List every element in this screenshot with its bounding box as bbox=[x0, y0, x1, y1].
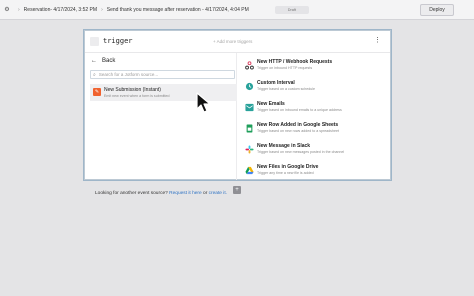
gear-icon[interactable]: ⚙ bbox=[0, 0, 14, 20]
request-mid: or bbox=[203, 191, 208, 196]
chevron-right-icon: › bbox=[101, 6, 103, 13]
trigger-card: trigger + Add more triggers ⋮ ← Back ⌕ S… bbox=[84, 30, 391, 196]
mouse-cursor-icon bbox=[196, 92, 211, 113]
source-item-new-submission[interactable]: ✎ New Submission (Instant) Emit new even… bbox=[90, 84, 237, 101]
chevron-right-icon: › bbox=[18, 6, 20, 13]
trigger-list: New HTTP / Webhook Requests Trigger on i… bbox=[240, 53, 390, 180]
trigger-item-google-drive[interactable]: New Files in Google Drive Trigger any ti… bbox=[240, 162, 390, 178]
trigger-description: Trigger based on new messages posted in … bbox=[257, 150, 345, 154]
request-prefix: Looking for another event source? bbox=[95, 191, 168, 196]
breadcrumb-workflow[interactable]: Reservation- 4/17/2024, 3:52 PM bbox=[24, 7, 97, 13]
card-header: trigger + Add more triggers ⋮ bbox=[85, 31, 390, 53]
trigger-item-custom-interval[interactable]: Custom Interval Trigger based on a custo… bbox=[240, 78, 390, 94]
back-label: Back bbox=[102, 58, 116, 64]
trigger-description: Trigger based on new rows added to a spr… bbox=[257, 129, 339, 133]
trigger-name: New Emails bbox=[257, 101, 285, 107]
source-description: Emit new event when a form is submitted bbox=[104, 94, 170, 98]
trigger-description: Trigger based on a custom schedule bbox=[257, 87, 315, 91]
trigger-icon bbox=[90, 37, 99, 46]
source-pane: ← Back ⌕ Search for a Jotform source... … bbox=[85, 53, 237, 196]
trigger-name: Custom Interval bbox=[257, 80, 295, 86]
trigger-item-slack[interactable]: New Message in Slack Trigger based on ne… bbox=[240, 141, 390, 157]
breadcrumb-step[interactable]: Send thank you message after reservation… bbox=[107, 7, 249, 13]
search-icon: ⌕ bbox=[93, 71, 96, 78]
trigger-item-new-emails[interactable]: New Emails Trigger based on inbound emai… bbox=[240, 99, 390, 115]
trigger-description: Trigger any time a new file is added bbox=[257, 171, 314, 175]
clock-icon bbox=[245, 82, 254, 91]
trigger-name: New HTTP / Webhook Requests bbox=[257, 59, 333, 65]
trigger-item-http-webhook[interactable]: New HTTP / Webhook Requests Trigger on i… bbox=[240, 57, 390, 73]
deploy-button[interactable]: Deploy bbox=[420, 4, 454, 16]
google-drive-icon bbox=[245, 166, 254, 175]
email-icon bbox=[245, 103, 254, 112]
more-options-icon[interactable]: ⋮ bbox=[374, 36, 381, 44]
search-placeholder: Search for a Jotform source... bbox=[98, 72, 159, 77]
request-it-link[interactable]: Request it here bbox=[169, 191, 202, 196]
arrow-left-icon: ← bbox=[91, 58, 97, 64]
trigger-name: New Files in Google Drive bbox=[257, 164, 319, 170]
create-it-link[interactable]: create it. bbox=[209, 191, 227, 196]
request-source-text: Looking for another event source? Reques… bbox=[95, 191, 227, 196]
webhook-icon bbox=[245, 61, 254, 70]
jotform-icon: ✎ bbox=[93, 88, 101, 96]
trigger-name: New Row Added in Google Sheets bbox=[257, 122, 339, 128]
step-title[interactable]: trigger bbox=[103, 37, 133, 45]
trigger-description: Trigger based on inbound emails to a uni… bbox=[257, 108, 342, 112]
google-sheets-icon bbox=[245, 124, 254, 133]
draft-badge: Draft bbox=[274, 5, 309, 14]
trigger-description: Trigger on inbound HTTP requests bbox=[257, 66, 313, 70]
add-more-triggers-link[interactable]: + Add more triggers bbox=[213, 39, 252, 44]
trigger-item-google-sheets[interactable]: New Row Added in Google Sheets Trigger b… bbox=[240, 120, 390, 136]
trigger-name: New Message in Slack bbox=[257, 143, 311, 149]
top-bar: ⚙ › Reservation- 4/17/2024, 3:52 PM › Se… bbox=[0, 0, 474, 20]
slack-icon bbox=[245, 145, 254, 154]
source-title: New Submission (Instant) bbox=[104, 87, 161, 93]
add-step-button[interactable]: + bbox=[233, 186, 241, 194]
back-button[interactable]: ← Back bbox=[91, 58, 115, 64]
source-search-input[interactable]: ⌕ Search for a Jotform source... bbox=[90, 70, 235, 79]
